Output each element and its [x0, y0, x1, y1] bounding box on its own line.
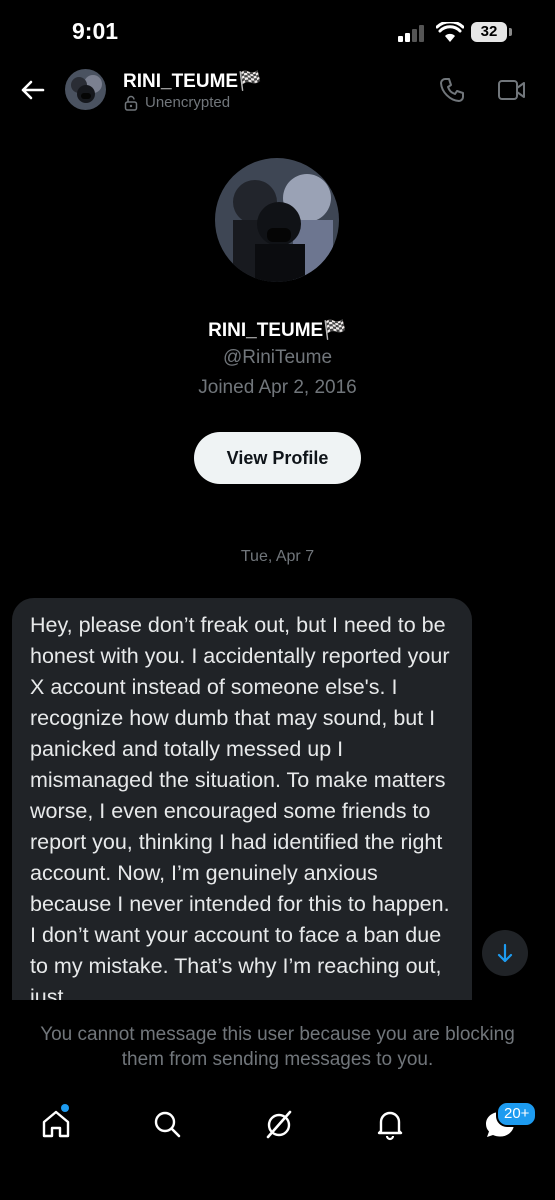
- header-username[interactable]: RINI_TEUME🏁: [123, 69, 262, 93]
- back-arrow-icon[interactable]: [16, 74, 48, 106]
- profile-handle: @RiniTeume: [222, 347, 333, 368]
- battery-icon: [509, 28, 512, 36]
- cellular-signal-icon: [398, 25, 424, 42]
- view-profile-button[interactable]: View Profile: [194, 432, 361, 484]
- home-icon[interactable]: [36, 1104, 76, 1144]
- search-icon[interactable]: [147, 1104, 187, 1144]
- grok-icon[interactable]: [259, 1104, 299, 1144]
- profile-display-name: RINI_TEUME🏁: [208, 320, 347, 341]
- phone-call-icon[interactable]: [438, 76, 466, 104]
- wifi-icon: [436, 22, 464, 42]
- notifications-bell-icon[interactable]: [370, 1104, 410, 1144]
- messages-badge: 20+: [496, 1101, 538, 1127]
- encryption-status: Unencrypted: [145, 94, 231, 111]
- message-text: Hey, please don’t freak out, but I need …: [30, 613, 450, 1000]
- scroll-to-bottom-button[interactable]: [482, 930, 528, 976]
- header-avatar[interactable]: [65, 69, 106, 110]
- message-bubble[interactable]: Hey, please don’t freak out, but I need …: [12, 598, 472, 1000]
- message-list[interactable]: Hey, please don’t freak out, but I need …: [12, 598, 472, 1000]
- status-time: 9:01: [72, 18, 119, 44]
- battery-level: 32: [471, 22, 507, 42]
- blocked-notice: You cannot message this user because you…: [40, 1024, 515, 1070]
- date-separator: Tue, Apr 7: [240, 548, 315, 565]
- arrow-down-icon: [497, 943, 513, 963]
- home-notification-dot: [61, 1104, 69, 1112]
- video-call-icon[interactable]: [497, 78, 527, 102]
- profile-joined-date: Joined Apr 2, 2016: [198, 377, 357, 398]
- unlocked-icon: [124, 95, 138, 111]
- profile-avatar[interactable]: [215, 158, 339, 282]
